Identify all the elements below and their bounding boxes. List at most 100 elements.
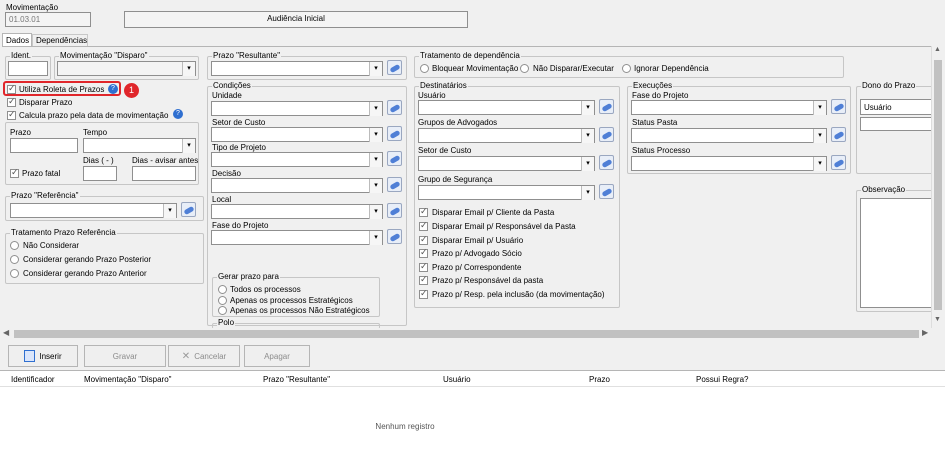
chevron-down-icon[interactable]: ▾ — [369, 62, 382, 76]
help-icon[interactable]: ? — [173, 109, 183, 119]
scroll-left-icon[interactable]: ◀ — [3, 328, 9, 337]
cancelar-button[interactable]: ✕ Cancelar — [168, 345, 240, 367]
eraser-icon[interactable] — [181, 202, 196, 217]
tratamento-dep-radio-2[interactable] — [622, 64, 631, 73]
eraser-icon[interactable] — [387, 229, 402, 244]
chevron-down-icon[interactable]: ▾ — [369, 179, 382, 193]
chevron-down-icon[interactable]: ▾ — [581, 101, 594, 115]
tratamento-dep-radio-1[interactable] — [520, 64, 529, 73]
tempo-combo[interactable]: ▾ — [83, 138, 196, 153]
fase-projeto-combo[interactable]: ▾ — [211, 230, 383, 245]
roleta-checkbox[interactable] — [7, 83, 16, 94]
help-icon[interactable]: ? — [108, 84, 118, 94]
chevron-down-icon[interactable]: ▾ — [369, 205, 382, 219]
eraser-icon[interactable] — [387, 151, 402, 166]
exec-status-processo-combo[interactable]: ▾ — [631, 156, 827, 171]
chevron-down-icon[interactable]: ▾ — [581, 186, 594, 200]
decisao-combo[interactable]: ▾ — [211, 178, 383, 193]
dest-check-4[interactable] — [419, 261, 428, 272]
eraser-icon[interactable] — [831, 99, 846, 114]
dest-grupos-combo[interactable]: ▾ — [418, 128, 595, 143]
movimentacao-code-field[interactable]: 01.03.01 — [5, 12, 91, 27]
gerar-radio-0[interactable] — [218, 285, 227, 294]
scrollbar-thumb[interactable] — [14, 330, 919, 338]
exec-status-pasta-combo[interactable]: ▾ — [631, 128, 827, 143]
grid-col-prazo[interactable]: Prazo — [589, 375, 610, 384]
dias-avisar-field[interactable] — [132, 166, 196, 181]
dono-field[interactable]: Usuário — [860, 99, 934, 115]
dest-check-6[interactable] — [419, 288, 428, 299]
unidade-combo[interactable]: ▾ — [211, 101, 383, 116]
prazo-referencia-combo[interactable]: ▾ — [10, 203, 177, 218]
prazo-resultante-combo[interactable]: ▾ — [211, 61, 383, 76]
chevron-down-icon[interactable]: ▾ — [813, 129, 826, 143]
tratamento-ref-radio-0[interactable] — [10, 241, 19, 250]
dono-extra-field[interactable] — [860, 117, 934, 131]
chevron-down-icon[interactable]: ▾ — [369, 231, 382, 245]
movimentacao-description-field[interactable]: Audiência Inicial — [124, 11, 468, 28]
scroll-right-icon[interactable]: ▶ — [922, 328, 928, 337]
eraser-icon[interactable] — [831, 127, 846, 142]
eraser-icon[interactable] — [599, 99, 614, 114]
grid-col-identificador[interactable]: Identificador — [11, 375, 55, 384]
scroll-down-icon[interactable]: ▼ — [934, 316, 941, 323]
chevron-down-icon[interactable]: ▾ — [581, 129, 594, 143]
setor-custo-combo[interactable]: ▾ — [211, 127, 383, 142]
eraser-icon[interactable] — [599, 155, 614, 170]
eraser-icon[interactable] — [387, 203, 402, 218]
tipo-projeto-combo[interactable]: ▾ — [211, 152, 383, 167]
chevron-down-icon[interactable]: ▾ — [369, 102, 382, 116]
dias-field[interactable] — [83, 166, 117, 181]
eraser-icon[interactable] — [831, 155, 846, 170]
chevron-down-icon[interactable]: ▾ — [813, 101, 826, 115]
local-combo[interactable]: ▾ — [211, 204, 383, 219]
ident-field[interactable] — [8, 61, 48, 76]
dest-check-3[interactable] — [419, 247, 428, 258]
tratamento-ref-radio-1[interactable] — [10, 255, 19, 264]
dest-seguranca-combo[interactable]: ▾ — [418, 185, 595, 200]
eraser-icon[interactable] — [599, 184, 614, 199]
tab-dados[interactable]: Dados — [2, 33, 32, 47]
gravar-button[interactable]: Gravar — [84, 345, 166, 367]
eraser-icon[interactable] — [387, 177, 402, 192]
tratamento-ref-radio-2[interactable] — [10, 269, 19, 278]
dest-check-2[interactable] — [419, 234, 428, 245]
chevron-down-icon[interactable]: ▾ — [163, 204, 176, 218]
grid-col-usuario[interactable]: Usuário — [443, 375, 471, 384]
chevron-down-icon[interactable]: ▾ — [813, 157, 826, 171]
dest-setor-combo[interactable]: ▾ — [418, 156, 595, 171]
scrollbar-thumb[interactable] — [934, 60, 942, 310]
eraser-icon[interactable] — [599, 127, 614, 142]
tratamento-ref-option-1: Considerar gerando Prazo Posterior — [23, 255, 152, 264]
inserir-button[interactable]: Inserir — [8, 345, 78, 367]
observacao-field[interactable] — [860, 198, 934, 308]
calcula-checkbox[interactable] — [7, 109, 16, 120]
prazo-fatal-checkbox[interactable] — [10, 167, 19, 178]
dest-usuario-combo[interactable]: ▾ — [418, 100, 595, 115]
grid-col-mov-disparo[interactable]: Movimentação "Disparo" — [84, 375, 172, 384]
grid-col-prazo-resultante[interactable]: Prazo "Resultante" — [263, 375, 330, 384]
eraser-icon[interactable] — [387, 126, 402, 141]
dest-check-0[interactable] — [419, 206, 428, 217]
grid-col-possui-regra[interactable]: Possui Regra? — [696, 375, 748, 384]
disparar-checkbox[interactable] — [7, 96, 16, 107]
exec-fase-combo[interactable]: ▾ — [631, 100, 827, 115]
chevron-down-icon[interactable]: ▾ — [581, 157, 594, 171]
apagar-button[interactable]: Apagar — [244, 345, 310, 367]
vertical-scrollbar[interactable]: ▲ ▼ — [931, 46, 943, 328]
mov-disparo-combo[interactable]: ▾ — [57, 61, 196, 76]
eraser-icon[interactable] — [387, 60, 402, 75]
horizontal-scrollbar[interactable]: ◀ ▶ — [0, 328, 931, 340]
gerar-radio-1[interactable] — [218, 296, 227, 305]
chevron-down-icon[interactable]: ▾ — [182, 62, 195, 76]
dest-check-5[interactable] — [419, 274, 428, 285]
gerar-radio-2[interactable] — [218, 306, 227, 315]
chevron-down-icon[interactable]: ▾ — [369, 153, 382, 167]
dest-check-1[interactable] — [419, 220, 428, 231]
prazo-field[interactable] — [10, 138, 78, 153]
eraser-icon[interactable] — [387, 100, 402, 115]
tratamento-dep-radio-0[interactable] — [420, 64, 429, 73]
chevron-down-icon[interactable]: ▾ — [182, 139, 195, 153]
scroll-up-icon[interactable]: ▲ — [934, 46, 941, 53]
chevron-down-icon[interactable]: ▾ — [369, 128, 382, 142]
